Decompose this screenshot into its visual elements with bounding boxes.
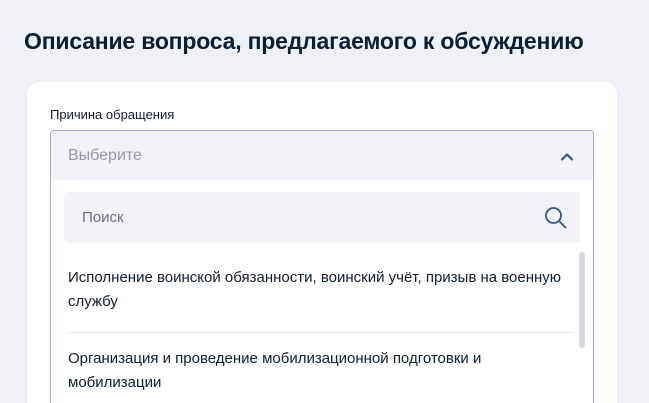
scrollbar[interactable] xyxy=(579,252,585,348)
page-title: Описание вопроса, предлагаемого к обсужд… xyxy=(24,28,584,54)
reason-select[interactable]: Выберите xyxy=(50,130,594,181)
search-icon[interactable] xyxy=(543,205,568,230)
list-item[interactable]: Исполнение воинской обязанности, воински… xyxy=(68,256,574,333)
reason-dropdown: Поиск Исполнение воинской обязанности, в… xyxy=(50,180,594,403)
options-list: Исполнение воинской обязанности, воински… xyxy=(51,256,579,395)
reason-label: Причина обращения xyxy=(50,107,175,122)
select-placeholder: Выберите xyxy=(68,147,142,164)
chevron-up-icon[interactable] xyxy=(559,151,575,163)
search-input[interactable]: Поиск xyxy=(64,192,580,243)
page: Описание вопроса, предлагаемого к обсужд… xyxy=(0,0,649,403)
search-placeholder: Поиск xyxy=(82,209,124,226)
list-item[interactable]: Организация и проведение мобилизационной… xyxy=(68,333,574,395)
